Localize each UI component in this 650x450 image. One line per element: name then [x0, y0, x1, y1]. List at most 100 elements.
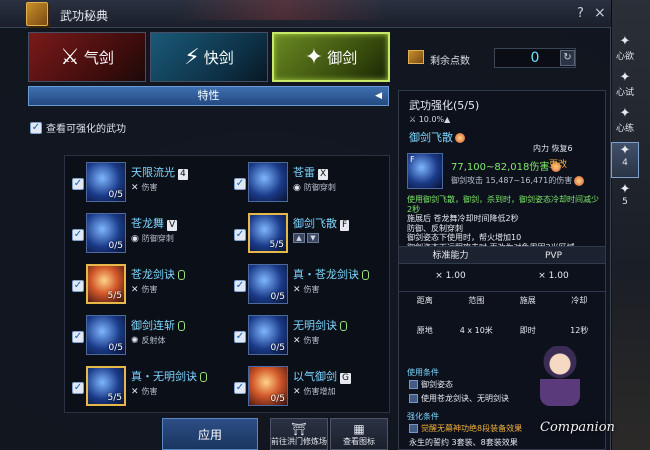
- skill-mini-icon: [409, 394, 418, 403]
- hotkey-badge: G: [340, 373, 351, 384]
- range-header: 范围: [468, 296, 485, 305]
- skill-checkbox[interactable]: ✓: [72, 331, 84, 343]
- martial-arts-window: 武功秘典 ? × ⚔ 气剑 ⚡ 快剑 ✦ 御剑 剩余点数 0 ↻ 特性 ◀ ✓ …: [0, 0, 611, 450]
- stance-icon: [409, 380, 418, 389]
- effect-line: 使用御剑飞散，御剑，杀到时，御剑姿态冷却时间减少2秒: [407, 195, 599, 214]
- damage-icon: ✕: [131, 386, 139, 397]
- skill-checkbox[interactable]: ✓: [234, 331, 246, 343]
- variant-arrows[interactable]: ▲ ▼: [293, 233, 319, 243]
- use-condition-2: 使用苍龙剑诀、无明剑诀: [409, 393, 509, 404]
- multiplier-row: × 1.00 × 1.00: [399, 265, 605, 287]
- skill-tag: ✕ 伤害: [293, 284, 320, 295]
- quick-sword-icon: ⚡: [184, 44, 200, 70]
- filter-row[interactable]: ✓ 查看可强化的武功: [30, 120, 126, 135]
- side-tab-5[interactable]: ✦ 5: [611, 182, 639, 207]
- book-icon: [26, 2, 48, 26]
- multiplier-standard: × 1.00: [435, 271, 466, 281]
- detail-attack: 御剑攻击 15,487~16,471的伤害: [451, 175, 585, 186]
- mouse-icon: [178, 270, 185, 280]
- side-tab-2[interactable]: ✦ 心试: [611, 70, 639, 98]
- skill-icon[interactable]: 0/5: [86, 315, 126, 355]
- mouse-icon: [340, 321, 347, 331]
- reset-icon[interactable]: ↻: [560, 50, 575, 66]
- gear-mini-icon: [409, 424, 418, 433]
- training-ground-button[interactable]: ⛩ 前往洪门修炼场: [270, 418, 328, 450]
- tab-control-sword[interactable]: ✦ 御剑: [272, 32, 390, 82]
- skill-card[interactable]: ✓ 5/5 真・无明剑诀 ✕ 伤害: [69, 362, 229, 412]
- skill-name: 苍龙舞 V: [131, 217, 178, 231]
- skill-grid: ✓ 0/5 天限流光 4 ✕ 伤害 ✓ 苍雷 X ◉ 防御穿刺 ✓ 0/5 苍龙舞 V ◉…: [64, 155, 390, 413]
- filter-checkbox[interactable]: ✓: [30, 121, 42, 134]
- skill-icon[interactable]: 5/5: [86, 264, 126, 304]
- skill-checkbox[interactable]: ✓: [234, 229, 246, 241]
- enhance-condition-1: 觉醒无幕神功绝8段装备效果: [409, 423, 522, 434]
- skill-icon[interactable]: [248, 162, 288, 202]
- damage-icon: ✕: [131, 284, 139, 295]
- arrow-up-icon: ▲: [293, 233, 305, 243]
- skill-level: 5/5: [107, 393, 122, 403]
- skill-level: 0/5: [270, 394, 285, 404]
- skill-checkbox[interactable]: ✓: [72, 229, 84, 241]
- view-icons-button[interactable]: ▦ 查看图标: [330, 418, 388, 450]
- hotkey-badge: F: [340, 220, 350, 231]
- skill-checkbox[interactable]: ✓: [234, 382, 246, 394]
- tab-qi-sword[interactable]: ⚔ 气剑: [28, 32, 146, 82]
- skill-card[interactable]: ✓ 0/5 无明剑诀 ✕ 伤害: [231, 311, 391, 361]
- skill-tag: ◉ 防御穿刺: [293, 182, 336, 193]
- fire-icon: [455, 133, 465, 143]
- detail-damage: 77,100~82,018伤害: [451, 158, 562, 173]
- ability-table-head: 标准能力 PVP: [399, 246, 605, 264]
- tab-quick-sword[interactable]: ⚡ 快剑: [150, 32, 268, 82]
- skill-icon[interactable]: 0/5: [86, 162, 126, 202]
- feature-dropdown[interactable]: 特性 ◀: [28, 86, 389, 106]
- view-icons-label: 查看图标: [343, 437, 375, 446]
- skill-card[interactable]: ✓ 0/5 天限流光 4 ✕ 伤害: [69, 158, 229, 208]
- mouse-icon: [200, 372, 207, 382]
- distance-header: 距离: [416, 296, 433, 305]
- points-icon: [408, 50, 424, 64]
- companion-watermark: Companion: [540, 420, 615, 435]
- skill-name: 御剑连斩: [131, 317, 185, 333]
- skill-icon[interactable]: 0/5: [248, 264, 288, 304]
- hotkey-badge: X: [318, 169, 329, 180]
- help-button[interactable]: ?: [577, 6, 584, 21]
- mouse-icon: [178, 321, 185, 331]
- side-tab-icon: ✦: [619, 34, 631, 49]
- detail-change[interactable]: 更改: [549, 157, 567, 170]
- skill-icon[interactable]: 5/5: [248, 213, 288, 253]
- skill-icon[interactable]: 5/5: [86, 366, 126, 406]
- crossed-swords-icon: ⚔: [409, 115, 419, 124]
- companion-mascot: [540, 346, 580, 406]
- skill-card[interactable]: ✓ 苍雷 X ◉ 防御穿刺: [231, 158, 391, 208]
- skill-checkbox[interactable]: ✓: [72, 382, 84, 394]
- effect-line: 施展后 苍龙舞冷却时间降低2秒: [407, 214, 519, 223]
- multiplier-pvp: × 1.00: [538, 271, 569, 281]
- skill-card[interactable]: ✓ 0/5 御剑连斩 ✺ 反射体: [69, 311, 229, 361]
- skill-card[interactable]: ✓ 5/5 御剑飞散 F ▲ ▼: [231, 209, 391, 259]
- pierce-icon: ◉: [293, 182, 301, 193]
- triangle-left-icon: ◀: [375, 91, 382, 101]
- side-tab-1[interactable]: ✦ 心欲: [611, 34, 639, 62]
- skill-card[interactable]: ✓ 0/5 苍龙舞 V ◉ 防御穿刺: [69, 209, 229, 259]
- side-tab-4[interactable]: ✦ 4: [611, 142, 639, 178]
- distance-value: 原地: [416, 326, 433, 335]
- skill-name: 以气御剑 G: [293, 370, 351, 384]
- qi-sword-icon: ⚔: [60, 44, 80, 70]
- background-scene-right: [612, 0, 650, 450]
- skill-checkbox[interactable]: ✓: [72, 178, 84, 190]
- skill-checkbox[interactable]: ✓: [72, 280, 84, 292]
- skill-card[interactable]: ✓ 0/5 以气御剑 G ✕ 伤害增加: [231, 362, 391, 412]
- close-button[interactable]: ×: [594, 5, 606, 21]
- skill-card[interactable]: ✓ 0/5 真・苍龙剑诀 ✕ 伤害: [231, 260, 391, 310]
- skill-icon[interactable]: 0/5: [248, 366, 288, 406]
- damage-icon: ✕: [293, 335, 301, 346]
- side-tab-3[interactable]: ✦ 心练: [611, 106, 639, 134]
- skill-card[interactable]: ✓ 5/5 苍龙剑诀 ✕ 伤害: [69, 260, 229, 310]
- skill-checkbox[interactable]: ✓: [234, 178, 246, 190]
- skill-checkbox[interactable]: ✓: [234, 280, 246, 292]
- skill-icon[interactable]: 0/5: [86, 213, 126, 253]
- apply-button[interactable]: 应用: [162, 418, 258, 450]
- skill-icon[interactable]: 0/5: [248, 315, 288, 355]
- title-bar[interactable]: 武功秘典 ? ×: [0, 0, 611, 28]
- skill-name: 苍龙剑诀: [131, 266, 185, 282]
